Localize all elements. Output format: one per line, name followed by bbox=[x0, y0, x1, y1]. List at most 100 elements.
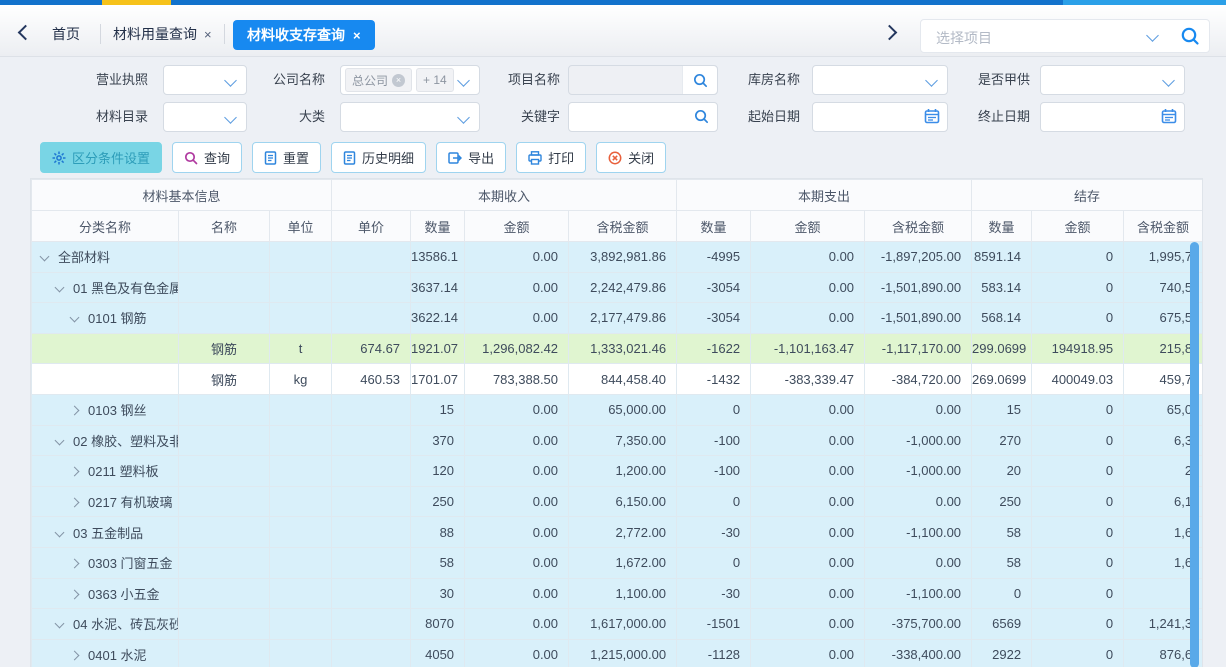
value-cell[interactable]: 270 bbox=[972, 425, 1032, 456]
project-name-input[interactable] bbox=[568, 65, 718, 95]
value-cell[interactable]: 844,458.40 bbox=[569, 364, 677, 395]
value-cell[interactable]: 0.00 bbox=[751, 547, 865, 578]
value-cell[interactable]: -1,000.00 bbox=[865, 456, 972, 487]
value-cell[interactable]: 0.00 bbox=[865, 486, 972, 517]
reset-button[interactable]: 重置 bbox=[252, 142, 321, 173]
major-category-select[interactable] bbox=[340, 102, 480, 132]
value-cell[interactable]: 0.00 bbox=[465, 242, 569, 273]
search-icon[interactable] bbox=[1179, 25, 1201, 52]
value-cell[interactable]: 0 bbox=[1032, 394, 1124, 425]
value-cell[interactable]: -384,720.00 bbox=[865, 364, 972, 395]
value-cell[interactable]: 钢筋 bbox=[179, 364, 270, 395]
value-cell[interactable] bbox=[270, 272, 332, 303]
value-cell[interactable] bbox=[270, 609, 332, 640]
value-cell[interactable]: 370 bbox=[411, 425, 465, 456]
value-cell[interactable]: 15 bbox=[411, 394, 465, 425]
value-cell[interactable] bbox=[270, 547, 332, 578]
value-cell[interactable]: 58 bbox=[972, 547, 1032, 578]
value-cell[interactable]: 2922 bbox=[972, 639, 1032, 667]
tree-collapse-icon[interactable] bbox=[70, 589, 80, 599]
value-cell[interactable]: 58 bbox=[411, 547, 465, 578]
value-cell[interactable]: 0.00 bbox=[751, 303, 865, 334]
value-cell[interactable]: 1,672.00 bbox=[569, 547, 677, 578]
value-cell[interactable]: -1,501,890.00 bbox=[865, 303, 972, 334]
value-cell[interactable]: 1,617,000.00 bbox=[569, 609, 677, 640]
value-cell[interactable]: 0.00 bbox=[465, 547, 569, 578]
owner-supplied-select[interactable] bbox=[1040, 65, 1185, 95]
value-cell[interactable]: -3054 bbox=[677, 272, 751, 303]
search-icon[interactable] bbox=[693, 108, 710, 130]
value-cell[interactable]: 0 bbox=[677, 394, 751, 425]
forward-chevron-icon[interactable] bbox=[882, 25, 898, 41]
value-cell[interactable]: 2,772.00 bbox=[569, 517, 677, 548]
value-cell[interactable] bbox=[179, 303, 270, 334]
value-cell[interactable]: 2,242,479.86 bbox=[569, 272, 677, 303]
category-name-cell[interactable]: 04 水泥、砖瓦灰砂 bbox=[32, 609, 179, 640]
value-cell[interactable]: 568.14 bbox=[972, 303, 1032, 334]
value-cell[interactable]: 0.00 bbox=[751, 425, 865, 456]
print-button[interactable]: 打印 bbox=[516, 142, 586, 173]
tab-home[interactable]: 首页 bbox=[52, 18, 80, 50]
value-cell[interactable]: 0 bbox=[1032, 578, 1124, 609]
tree-collapse-icon[interactable] bbox=[70, 406, 80, 416]
table-row[interactable]: 0103 钢丝150.0065,000.0000.000.0015065,0 bbox=[32, 394, 1203, 425]
value-cell[interactable]: -1,000.00 bbox=[865, 425, 972, 456]
table-row[interactable]: 03 五金制品880.002,772.00-300.00-1,100.00580… bbox=[32, 517, 1203, 548]
value-cell[interactable] bbox=[179, 486, 270, 517]
table-row[interactable]: 全部材料13586.10.003,892,981.86-49950.00-1,8… bbox=[32, 242, 1203, 273]
value-cell[interactable]: 3622.14 bbox=[411, 303, 465, 334]
value-cell[interactable]: 2,177,479.86 bbox=[569, 303, 677, 334]
category-name-cell[interactable] bbox=[32, 333, 179, 364]
value-cell[interactable]: 88 bbox=[411, 517, 465, 548]
category-name-cell[interactable]: 0303 门窗五金 bbox=[32, 547, 179, 578]
export-button[interactable]: 导出 bbox=[436, 142, 506, 173]
value-cell[interactable]: 0.00 bbox=[751, 272, 865, 303]
value-cell[interactable]: 0.00 bbox=[465, 609, 569, 640]
value-cell[interactable]: -1501 bbox=[677, 609, 751, 640]
value-cell[interactable]: 3637.14 bbox=[411, 272, 465, 303]
value-cell[interactable]: 65,000.00 bbox=[569, 394, 677, 425]
value-cell[interactable] bbox=[179, 394, 270, 425]
value-cell[interactable] bbox=[270, 517, 332, 548]
value-cell[interactable]: -4995 bbox=[677, 242, 751, 273]
value-cell[interactable]: 0 bbox=[1032, 272, 1124, 303]
value-cell[interactable]: 1,333,021.46 bbox=[569, 333, 677, 364]
value-cell[interactable]: 1,100.00 bbox=[569, 578, 677, 609]
value-cell[interactable]: 120 bbox=[411, 456, 465, 487]
value-cell[interactable]: 250 bbox=[411, 486, 465, 517]
value-cell[interactable] bbox=[179, 425, 270, 456]
value-cell[interactable]: 1921.07 bbox=[411, 333, 465, 364]
value-cell[interactable]: 1701.07 bbox=[411, 364, 465, 395]
value-cell[interactable]: 194918.95 bbox=[1032, 333, 1124, 364]
value-cell[interactable]: 0 bbox=[677, 486, 751, 517]
value-cell[interactable]: 0 bbox=[1032, 486, 1124, 517]
value-cell[interactable]: -30 bbox=[677, 517, 751, 548]
value-cell[interactable]: 783,388.50 bbox=[465, 364, 569, 395]
value-cell[interactable] bbox=[270, 242, 332, 273]
value-cell[interactable] bbox=[332, 517, 411, 548]
query-button[interactable]: 查询 bbox=[172, 142, 242, 173]
value-cell[interactable]: 0 bbox=[1032, 517, 1124, 548]
value-cell[interactable]: -100 bbox=[677, 425, 751, 456]
category-name-cell[interactable]: 0103 钢丝 bbox=[32, 394, 179, 425]
value-cell[interactable]: 0 bbox=[972, 578, 1032, 609]
value-cell[interactable]: 0.00 bbox=[465, 272, 569, 303]
value-cell[interactable]: 250 bbox=[972, 486, 1032, 517]
close-button[interactable]: 关闭 bbox=[596, 142, 666, 173]
value-cell[interactable]: -1,897,205.00 bbox=[865, 242, 972, 273]
value-cell[interactable] bbox=[332, 272, 411, 303]
chevron-down-icon[interactable] bbox=[1146, 29, 1159, 42]
back-chevron-icon[interactable] bbox=[18, 25, 34, 41]
value-cell[interactable]: t bbox=[270, 333, 332, 364]
tree-expand-icon[interactable] bbox=[70, 313, 80, 323]
value-cell[interactable]: 0.00 bbox=[465, 456, 569, 487]
category-name-cell[interactable]: 03 五金制品 bbox=[32, 517, 179, 548]
project-select[interactable]: 选择项目 bbox=[920, 19, 1210, 53]
value-cell[interactable]: 58 bbox=[972, 517, 1032, 548]
close-icon[interactable]: × bbox=[353, 29, 361, 42]
value-cell[interactable] bbox=[179, 547, 270, 578]
tree-collapse-icon[interactable] bbox=[70, 467, 80, 477]
value-cell[interactable]: 15 bbox=[972, 394, 1032, 425]
table-row[interactable]: 02 橡胶、塑料及非3700.007,350.00-1000.00-1,000.… bbox=[32, 425, 1203, 456]
category-name-cell[interactable]: 01 黑色及有色金属 bbox=[32, 272, 179, 303]
